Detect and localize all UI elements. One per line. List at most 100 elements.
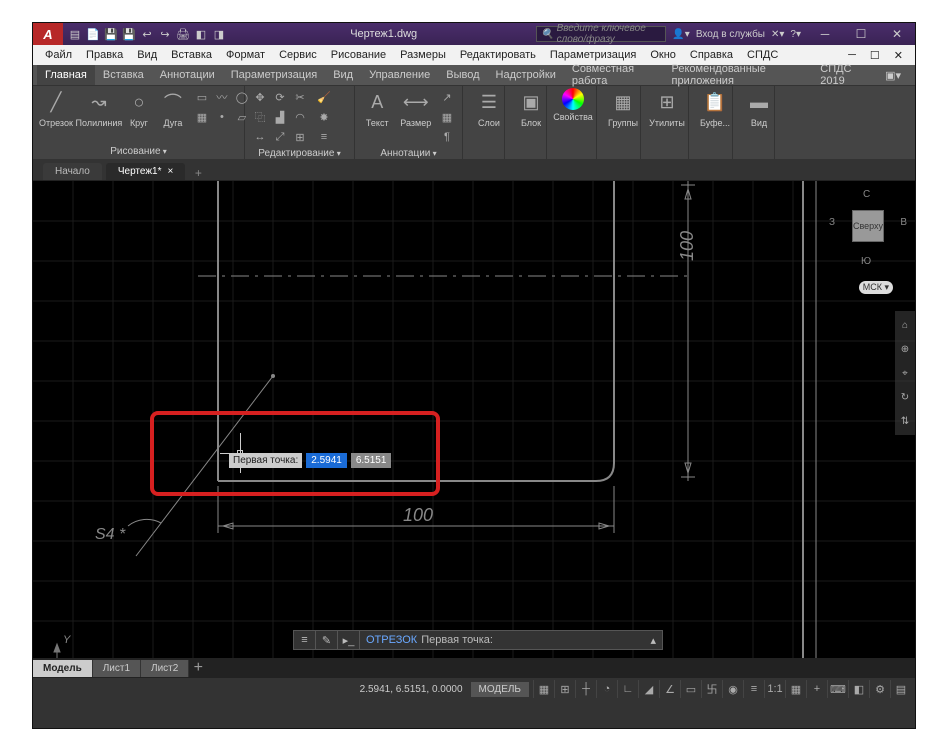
status-menu-icon[interactable]: ▤	[890, 680, 911, 698]
status-cycle-icon[interactable]: ◉	[722, 680, 743, 698]
layout1-tab[interactable]: Лист1	[93, 660, 141, 677]
qat-undo-icon[interactable]: ↩	[139, 26, 155, 42]
viewcube-east[interactable]: В	[900, 217, 907, 228]
view-button[interactable]: ▬Вид	[739, 88, 779, 128]
rtab-addins[interactable]: Надстройки	[488, 65, 564, 85]
rtab-spds[interactable]: СПДС 2019	[812, 59, 877, 91]
status-grid-icon[interactable]: ▦	[533, 680, 554, 698]
status-osnap-icon[interactable]: ◢	[638, 680, 659, 698]
copy-icon[interactable]: ⿻	[251, 108, 269, 126]
dyninput-y[interactable]: 6.5151	[351, 453, 392, 468]
maximize-button[interactable]: ☐	[843, 23, 879, 45]
table-icon[interactable]: ▦	[438, 108, 456, 126]
scale-icon[interactable]: ⤢	[271, 128, 289, 146]
viewcube-south[interactable]: Ю	[861, 256, 871, 267]
qat-redo-icon[interactable]: ↪	[157, 26, 173, 42]
dim-button[interactable]: ⟷Размер	[400, 88, 433, 128]
ribbon-collapse-icon[interactable]: ▣▾	[877, 65, 909, 86]
offset-icon[interactable]: ≡	[315, 128, 333, 146]
status-kbd-icon[interactable]: ⌨	[827, 680, 848, 698]
menu-tools[interactable]: Сервис	[273, 47, 323, 63]
nav-home-icon[interactable]: ⌂	[897, 317, 913, 333]
rtab-home[interactable]: Главная	[37, 65, 95, 85]
text-button[interactable]: AТекст	[361, 88, 394, 128]
rtab-annotate[interactable]: Аннотации	[152, 65, 223, 85]
command-line[interactable]: ≡ ✎ ▸_ ОТРЕЗОКПервая точка: ▴	[293, 630, 663, 650]
trim-icon[interactable]: ✂	[291, 88, 309, 106]
user-icon[interactable]: 👤▾	[672, 29, 689, 40]
array-icon[interactable]: ⊞	[291, 128, 309, 146]
layout-add-button[interactable]: +	[189, 659, 207, 677]
qat-menu-icon[interactable]: ▤	[67, 26, 83, 42]
qat-save-icon[interactable]: 💾	[103, 26, 119, 42]
status-iso-icon[interactable]: ∟	[617, 680, 638, 698]
polyline-button[interactable]: ↝Полилиния	[79, 88, 119, 128]
move-icon[interactable]: ✥	[251, 88, 269, 106]
block-button[interactable]: ▣Блок	[511, 88, 551, 128]
menu-modify[interactable]: Редактировать	[454, 47, 542, 63]
status-anno-icon[interactable]: ≡	[743, 680, 764, 698]
status-snap-icon[interactable]: ⊞	[554, 680, 575, 698]
doctab-drawing1[interactable]: Чертеж1*×	[106, 163, 185, 180]
qat-new-icon[interactable]: 📄	[85, 26, 101, 42]
model-tab[interactable]: Модель	[33, 660, 93, 677]
layers-button[interactable]: ☰Слои	[469, 88, 509, 128]
cmdline-history-icon[interactable]: ≡	[294, 630, 316, 650]
status-gear-icon[interactable]: ⚙	[869, 680, 890, 698]
help-icon[interactable]: ?▾	[790, 29, 801, 40]
status-polar-icon[interactable]: ◔	[596, 680, 617, 698]
search-input[interactable]: 🔍 Введите ключевое слово/фразу	[536, 26, 666, 42]
status-plus-icon[interactable]: +	[806, 680, 827, 698]
status-lwt-icon[interactable]: ▭	[680, 680, 701, 698]
rtab-manage[interactable]: Управление	[361, 65, 438, 85]
viewcube-west[interactable]: З	[829, 217, 835, 228]
props-button[interactable]: Свойства	[553, 88, 593, 122]
fillet-icon[interactable]: ◠	[291, 108, 309, 126]
status-ws-icon[interactable]: ▦	[785, 680, 806, 698]
doctab-add-button[interactable]: +	[189, 166, 207, 180]
cmdline-dropdown-icon[interactable]: ▴	[644, 634, 662, 647]
cmdline-settings-icon[interactable]: ✎	[316, 630, 338, 650]
menu-format[interactable]: Формат	[220, 47, 271, 63]
viewcube[interactable]: С Ю В З Сверху	[831, 189, 905, 263]
rtab-parametric[interactable]: Параметризация	[223, 65, 325, 85]
status-scale-icon[interactable]: 1:1	[764, 680, 785, 698]
nav-wheel-icon[interactable]: ⊕	[897, 341, 913, 357]
rotate-icon[interactable]: ⟳	[271, 88, 289, 106]
util-button[interactable]: ⊞Утилиты	[647, 88, 687, 128]
panel-modify-title[interactable]: Редактирование	[251, 146, 348, 161]
signin-link[interactable]: Вход в службы	[696, 29, 765, 40]
point-icon[interactable]: •	[213, 108, 231, 126]
nav-zoom-icon[interactable]: ⇅	[897, 413, 913, 429]
spline-icon[interactable]: 〰	[213, 88, 231, 106]
app-logo[interactable]: A	[33, 23, 63, 45]
dyninput-x[interactable]: 2.5941	[306, 453, 347, 468]
stretch-icon[interactable]: ↔	[251, 128, 269, 146]
menu-dimension[interactable]: Размеры	[394, 47, 452, 63]
rect-icon[interactable]: ▭	[193, 88, 211, 106]
status-transp-icon[interactable]: 卐	[701, 680, 722, 698]
explode-icon[interactable]: ✸	[315, 108, 333, 126]
menu-insert[interactable]: Вставка	[165, 47, 218, 63]
status-model-badge[interactable]: МОДЕЛЬ	[471, 682, 529, 697]
erase-icon[interactable]: 🧹	[315, 88, 333, 106]
wcs-badge[interactable]: МСК ▾	[859, 281, 893, 294]
nav-pan-icon[interactable]: ⌖	[897, 365, 913, 381]
layout2-tab[interactable]: Лист2	[141, 660, 189, 677]
mirror-icon[interactable]: ▟	[271, 108, 289, 126]
docclose-button[interactable]: ✕	[888, 47, 909, 64]
close-button[interactable]: ✕	[879, 23, 915, 45]
rtab-insert[interactable]: Вставка	[95, 65, 152, 85]
doctab-close-icon[interactable]: ×	[167, 166, 173, 177]
menu-file[interactable]: Файл	[39, 47, 78, 63]
circle-button[interactable]: ○Круг	[125, 88, 153, 128]
mtext-icon[interactable]: ¶	[438, 128, 456, 146]
doctab-start[interactable]: Начало	[43, 163, 102, 180]
qat-nav2-icon[interactable]: ◨	[211, 26, 227, 42]
arc-button[interactable]: ⌒Дуга	[159, 88, 187, 128]
menu-edit[interactable]: Правка	[80, 47, 129, 63]
qat-saveas-icon[interactable]: 💾	[121, 26, 137, 42]
rtab-view[interactable]: Вид	[325, 65, 361, 85]
menu-draw[interactable]: Рисование	[325, 47, 392, 63]
menu-view[interactable]: Вид	[131, 47, 163, 63]
